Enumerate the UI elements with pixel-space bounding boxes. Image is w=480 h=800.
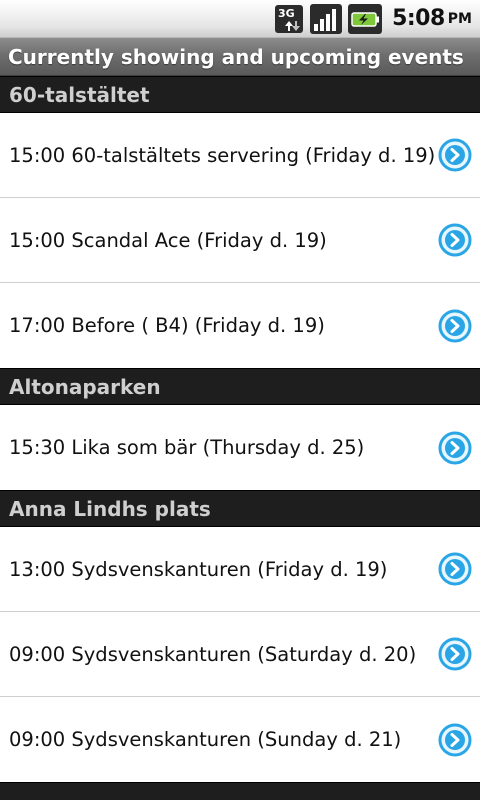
event-row[interactable]: 17:00 Before ( B4) (Friday d. 19)	[0, 283, 480, 368]
event-label: 15:00 Scandal Ace (Friday d. 19)	[9, 228, 327, 252]
event-label: 09:00 Sydsvenskanturen (Sunday d. 21)	[9, 728, 402, 751]
section-header: 60-talstältet	[0, 76, 480, 113]
event-label: 15:30 Lika som bär (Thursday d. 25)	[9, 436, 365, 459]
arrow-right-icon[interactable]	[438, 723, 472, 757]
event-row[interactable]: 15:30 Lika som bär (Thursday d. 25)	[0, 405, 480, 490]
section-header: Anna Lindhs plats	[0, 490, 480, 527]
section-title: 60-talstältet	[9, 82, 150, 107]
status-ampm: PM	[447, 10, 472, 27]
status-time: 5:08	[392, 6, 445, 31]
screen: 3G 5:08 PM Currently showing and upcomin…	[0, 0, 480, 800]
event-label: 17:00 Before ( B4) (Friday d. 19)	[9, 314, 325, 337]
section-header-partial	[0, 782, 480, 800]
event-label: 13:00 Sydsvenskanturen (Friday d. 19)	[9, 557, 388, 581]
arrow-right-icon[interactable]	[438, 637, 472, 671]
page-title: Currently showing and upcoming events	[8, 44, 464, 69]
arrow-right-icon[interactable]	[438, 552, 472, 586]
arrow-right-icon[interactable]	[438, 223, 472, 257]
title-bar: Currently showing and upcoming events	[0, 38, 480, 76]
section-title: Anna Lindhs plats	[9, 496, 211, 521]
svg-text:3G: 3G	[278, 7, 295, 20]
event-row[interactable]: 13:00 Sydsvenskanturen (Friday d. 19)	[0, 527, 480, 612]
event-label: 15:00 60-talstältets servering (Friday d…	[9, 143, 436, 167]
section-title: Altonaparken	[9, 374, 161, 399]
arrow-right-icon[interactable]	[438, 309, 472, 343]
arrow-right-icon[interactable]	[438, 431, 472, 465]
status-bar: 3G 5:08 PM	[0, 0, 480, 38]
arrow-right-icon[interactable]	[438, 138, 472, 172]
event-row[interactable]: 09:00 Sydsvenskanturen (Sunday d. 21)	[0, 697, 480, 782]
event-row[interactable]: 15:00 Scandal Ace (Friday d. 19)	[0, 198, 480, 283]
battery-charging-icon	[348, 3, 383, 34]
section-header: Altonaparken	[0, 368, 480, 405]
network-3g-icon: 3G	[274, 4, 304, 34]
event-row[interactable]: 09:00 Sydsvenskanturen (Saturday d. 20)	[0, 612, 480, 697]
event-label: 09:00 Sydsvenskanturen (Saturday d. 20)	[9, 642, 417, 666]
signal-strength-icon	[310, 3, 343, 34]
event-row[interactable]: 15:00 60-talstältets servering (Friday d…	[0, 113, 480, 198]
